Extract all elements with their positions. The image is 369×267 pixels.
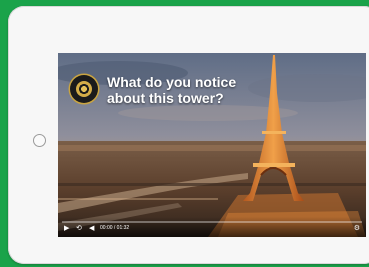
video-player[interactable]: What do you notice about this tower? ▶ ⟲… [58, 53, 366, 237]
question-line-2: about this tower? [107, 90, 224, 106]
progress-bar[interactable] [62, 221, 362, 223]
gear-icon[interactable]: ⚙ [354, 225, 360, 233]
video-question-caption: What do you notice about this tower? [107, 74, 257, 106]
volume-icon[interactable]: ◀ [89, 225, 94, 233]
home-button[interactable] [33, 134, 46, 147]
time-display: 00:00 / 01:32 [100, 225, 130, 231]
logo-emblem-icon [76, 81, 92, 97]
play-icon[interactable]: ▶ [64, 225, 69, 233]
question-line-1: What do you notice [107, 74, 237, 90]
logo-emblem [70, 75, 98, 103]
video-controls: ▶ ⟲ ◀ 00:00 / 01:32 ⚙ [58, 217, 366, 237]
skip-icon[interactable]: ⟲ [76, 225, 82, 233]
tablet-frame: What do you notice about this tower? ▶ ⟲… [8, 6, 369, 264]
